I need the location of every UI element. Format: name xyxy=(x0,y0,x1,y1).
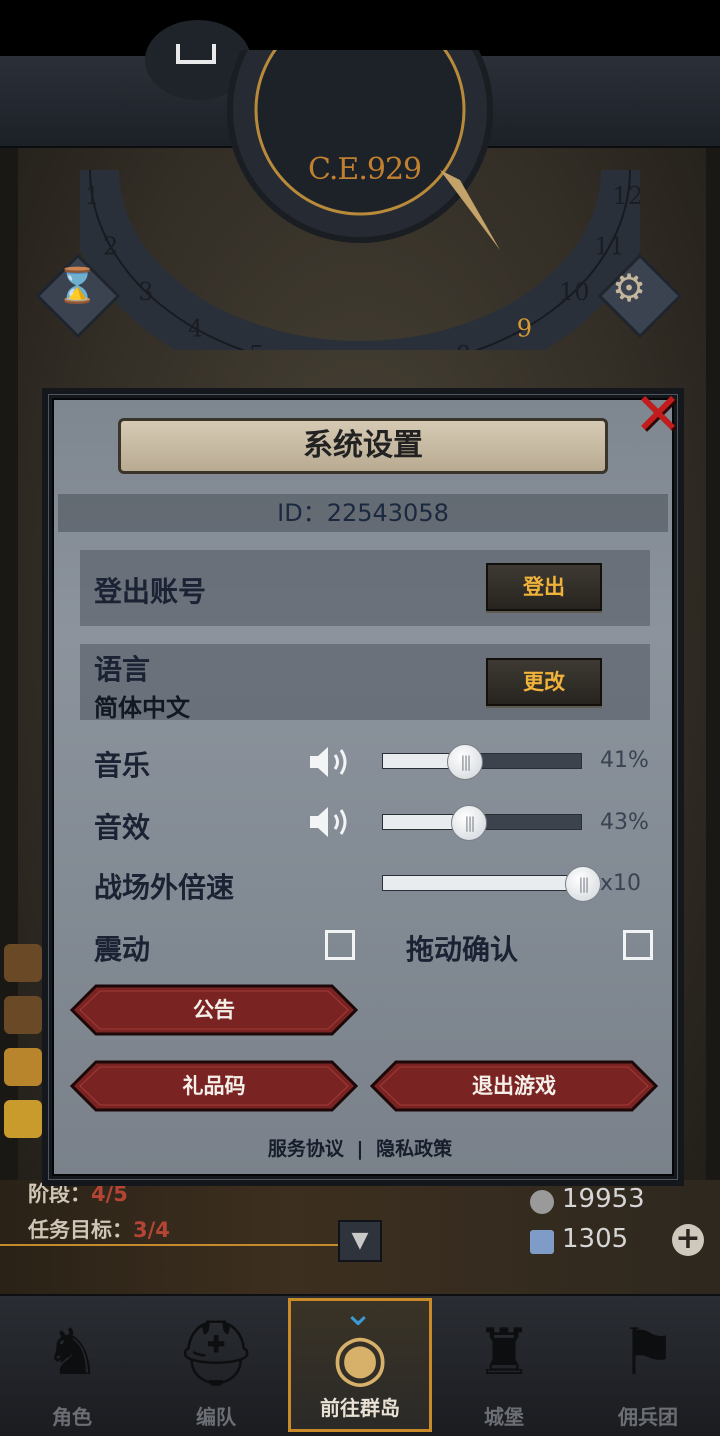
dial-number: 9 xyxy=(517,315,532,343)
crystal-icon xyxy=(530,1230,554,1254)
speed-slider-fill xyxy=(383,876,583,890)
knight-icon: ♞ xyxy=(43,1316,101,1390)
nav-label: 角色 xyxy=(52,1405,92,1429)
dial-number: 12 xyxy=(612,182,640,210)
crystal-count: 1305 xyxy=(562,1224,629,1254)
logout-label: 登出账号 xyxy=(94,575,207,608)
calendar-dial: 123456789101112 xyxy=(80,50,640,350)
map-edge-right xyxy=(706,148,720,1294)
change-language-button[interactable]: 更改 xyxy=(486,658,602,706)
exit-game-label: 退出游戏 xyxy=(472,1074,556,1098)
task-progress: 任务目标：3/4 xyxy=(28,1214,170,1244)
speed-slider-knob[interactable]: ||| xyxy=(565,866,601,902)
hourglass-icon: ⌛ xyxy=(56,266,99,306)
era-label: C.E.929 xyxy=(308,152,422,187)
scroll-icon[interactable] xyxy=(4,944,42,982)
castle-icon: ♜ xyxy=(475,1316,533,1390)
title-banner: 系统设置 xyxy=(118,418,608,474)
speed-label: 战场外倍速 xyxy=(94,871,235,904)
stone-icon xyxy=(530,1190,554,1214)
stone-count: 19953 xyxy=(562,1184,645,1214)
helmet-icon: ⛑ xyxy=(175,1317,257,1391)
nav-item-role[interactable]: ♞ 角色 xyxy=(0,1296,144,1436)
drag-confirm-checkbox[interactable] xyxy=(623,930,653,960)
dial-number: 2 xyxy=(103,233,118,261)
sfx-label: 音效 xyxy=(94,811,151,844)
footer-separator: | xyxy=(356,1138,364,1160)
nav-item-castle[interactable]: ♜ 城堡 xyxy=(432,1296,576,1436)
nav-label: 编队 xyxy=(196,1405,236,1429)
nav-label: 前往群岛 xyxy=(320,1396,400,1420)
nav-label: 城堡 xyxy=(484,1405,524,1429)
language-current: 简体中文 xyxy=(94,694,190,722)
status-bar xyxy=(0,0,720,56)
nav-label: 佣兵团 xyxy=(618,1405,678,1429)
dial-number: 4 xyxy=(188,315,203,343)
sfx-slider-knob[interactable]: ||| xyxy=(451,805,487,841)
music-slider[interactable]: ||| xyxy=(382,744,582,780)
target-icon[interactable] xyxy=(4,1048,42,1086)
add-resource-button[interactable]: + xyxy=(672,1224,704,1256)
music-slider-knob[interactable]: ||| xyxy=(447,744,483,780)
drag-confirm-label: 拖动确认 xyxy=(406,933,519,966)
player-id-row: ID：22543058 xyxy=(58,494,668,532)
task-label: 任务目标： xyxy=(28,1218,133,1242)
speed-slider[interactable]: ||| xyxy=(382,866,601,902)
banner-icon: ⚑ xyxy=(619,1316,677,1390)
language-label: 语言 xyxy=(94,653,151,686)
dial-number: 11 xyxy=(594,233,625,261)
vibration-checkbox[interactable] xyxy=(325,930,355,960)
dial-number: 3 xyxy=(138,278,153,306)
player-id: ID：22543058 xyxy=(277,499,449,527)
dial-number: 8 xyxy=(456,341,471,350)
music-label: 音乐 xyxy=(94,749,151,782)
vibration-label: 震动 xyxy=(94,933,151,966)
gift-code-label: 礼品码 xyxy=(182,1074,246,1098)
footer-links: 服务协议 | 隐私政策 xyxy=(0,1134,720,1161)
logout-button[interactable]: 登出 xyxy=(486,563,602,611)
gear-icon: ⚙ xyxy=(612,266,647,310)
nav-item-mercenary[interactable]: ⚑ 佣兵团 xyxy=(576,1296,720,1436)
book-icon[interactable] xyxy=(4,996,42,1034)
music-value: 41% xyxy=(600,748,649,773)
nav-item-formation[interactable]: ⛑ 编队 xyxy=(144,1296,288,1436)
notice-button[interactable]: 公告 xyxy=(70,984,358,1036)
speaker-icon[interactable] xyxy=(308,744,354,780)
dial-number: 1 xyxy=(85,182,100,210)
divider xyxy=(0,1244,340,1246)
privacy-link[interactable]: 隐私政策 xyxy=(376,1134,452,1161)
exit-game-button[interactable]: 退出游戏 xyxy=(370,1060,658,1112)
collapse-button[interactable]: ▼ xyxy=(338,1220,382,1262)
gift-code-button[interactable]: 礼品码 xyxy=(70,1060,358,1112)
task-value: 3/4 xyxy=(133,1218,170,1242)
sfx-value: 43% xyxy=(600,810,649,835)
notice-label: 公告 xyxy=(193,998,235,1022)
bottom-nav: ♞ 角色 ⛑ 编队 ⌄ ◉ 前往群岛 ♜ 城堡 ⚑ 佣兵团 xyxy=(0,1293,720,1436)
dial-number: 5 xyxy=(249,341,264,350)
close-icon[interactable]: ✕ xyxy=(630,385,686,444)
terms-link[interactable]: 服务协议 xyxy=(268,1134,344,1161)
dialog-title: 系统设置 xyxy=(303,428,423,463)
globe-icon: ◉ xyxy=(332,1321,388,1395)
speed-value: x10 xyxy=(600,871,642,896)
sfx-slider[interactable]: ||| xyxy=(382,805,582,841)
nav-item-islands[interactable]: ⌄ ◉ 前往群岛 xyxy=(288,1293,432,1432)
speaker-icon[interactable] xyxy=(308,804,354,840)
dial-number: 10 xyxy=(559,278,590,306)
search-icon[interactable] xyxy=(4,1100,42,1138)
